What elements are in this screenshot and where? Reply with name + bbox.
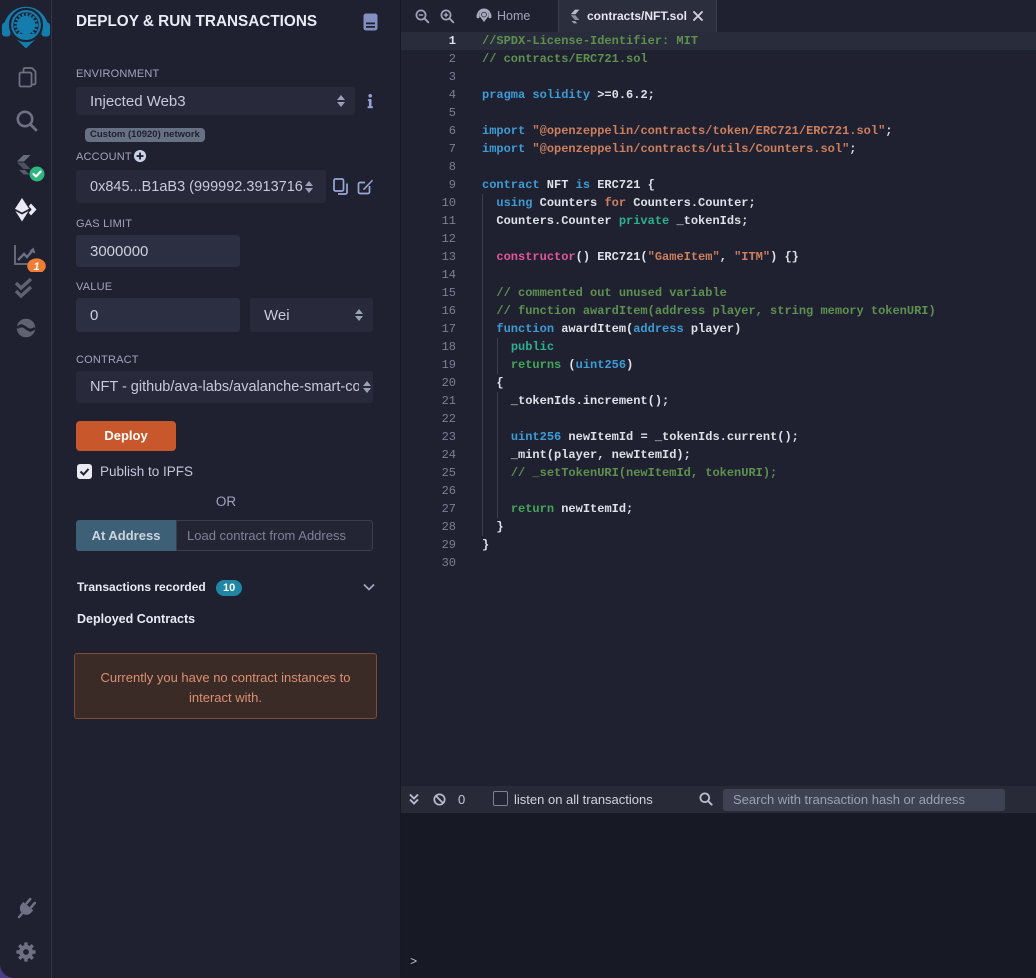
svg-text:1: 1 — [33, 261, 39, 272]
